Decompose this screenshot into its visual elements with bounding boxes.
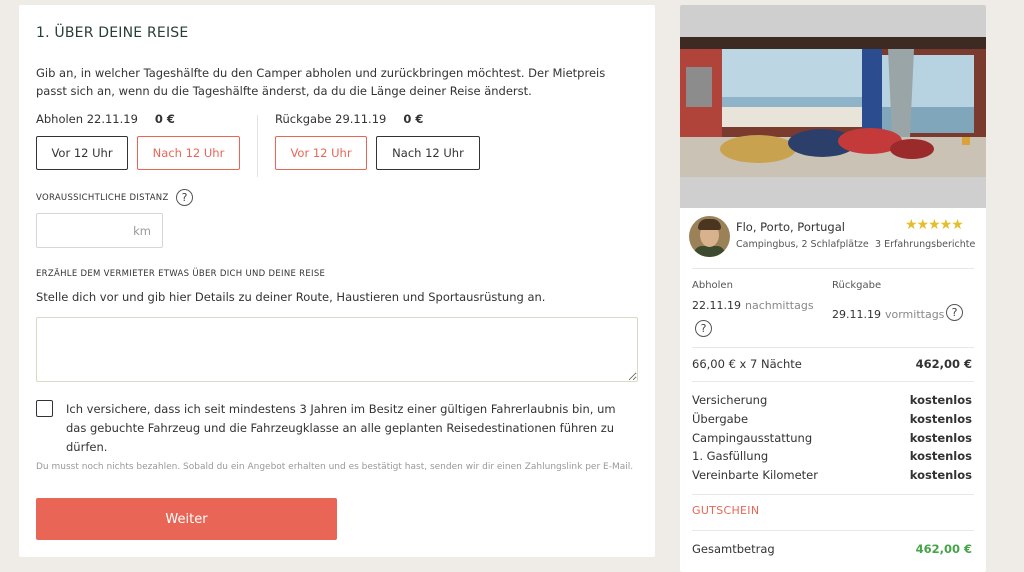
avatar [689, 216, 730, 257]
intro-text: Gib an, in welcher Tageshälfte du den Ca… [36, 66, 606, 98]
license-text: Ich versichere, dass ich seit mindestens… [66, 402, 616, 454]
pickup-price: 0 € [154, 112, 175, 126]
return-price: 0 € [403, 112, 424, 126]
help-icon[interactable]: ? [176, 189, 193, 206]
extra-value: kostenlos [909, 412, 972, 426]
nights-row: 66,00 € x 7 Nächte 462,00 € [692, 357, 972, 371]
vehicle-type: Campingbus, 2 Schlafplätze [736, 239, 869, 250]
about-label: ERZÄHLE DEM VERMIETER ETWAS ÜBER DICH UN… [36, 269, 326, 279]
pickup-after-noon-button[interactable]: Nach 12 Uhr [137, 136, 240, 170]
camper-interior-image [680, 37, 986, 177]
continue-button[interactable]: Weiter [36, 498, 337, 540]
return-label: Rückgabe [832, 280, 882, 291]
trip-form-card: 1. ÜBER DEINE REISE Gib an, in welcher T… [19, 5, 655, 557]
return-date: 29.11.19 vormittags [832, 308, 944, 321]
reviews-count[interactable]: 3 Erfahrungsberichte [875, 239, 975, 250]
extra-label: 1. Gasfüllung [692, 449, 769, 463]
pickup-date-value: 22.11.19 [692, 299, 741, 312]
extra-value: kostenlos [909, 449, 972, 463]
payment-note: Du musst noch nichts bezahlen. Sobald du… [36, 462, 634, 472]
pickup-label: Abholen 22.11.19 [36, 112, 138, 126]
nights-label: 66,00 € x 7 Nächte [692, 357, 802, 371]
distance-label: VORAUSSICHTLICHE DISTANZ [36, 193, 169, 203]
nights-price: 462,00 € [915, 357, 972, 371]
return-label: Rückgabe 29.11.19 [275, 112, 387, 126]
return-before-noon-button[interactable]: Vor 12 Uhr [275, 136, 367, 170]
extra-value: kostenlos [909, 468, 972, 482]
extra-value: kostenlos [909, 393, 972, 407]
divider [692, 347, 974, 348]
return-row: Rückgabe 29.11.19 0 € [275, 112, 423, 126]
camper-photo [680, 5, 986, 208]
divider [692, 530, 974, 531]
distance-unit: km [133, 224, 151, 238]
divider [692, 494, 974, 495]
return-after-noon-button[interactable]: Nach 12 Uhr [376, 136, 480, 170]
voucher-link[interactable]: GUTSCHEIN [692, 504, 759, 517]
return-time: vormittags [884, 308, 945, 321]
help-icon[interactable]: ? [946, 304, 963, 321]
pickup-before-noon-button[interactable]: Vor 12 Uhr [36, 136, 128, 170]
divider [257, 115, 258, 177]
distance-input[interactable] [37, 214, 127, 247]
about-hint: Stelle dich vor und gib hier Details zu … [36, 290, 546, 304]
extra-label: Campingausstattung [692, 431, 813, 445]
extra-label: Übergabe [692, 412, 749, 426]
section-title: 1. ÜBER DEINE REISE [36, 25, 189, 41]
divider [692, 381, 974, 382]
help-icon[interactable]: ? [695, 320, 712, 337]
owner-name[interactable]: Flo, Porto, Portugal [736, 220, 845, 234]
booking-summary-card: Flo, Porto, Portugal Campingbus, 2 Schla… [680, 5, 986, 572]
pickup-label: Abholen [692, 280, 733, 291]
license-checkbox[interactable] [36, 400, 53, 417]
total-label: Gesamtbetrag [692, 542, 775, 556]
extra-label: Versicherung [692, 393, 768, 407]
total-value: 462,00 € [915, 542, 972, 556]
pickup-time: nachmittags [744, 299, 814, 312]
about-textarea[interactable] [36, 317, 638, 382]
pickup-date: 22.11.19 nachmittags [692, 299, 814, 312]
distance-field[interactable]: km [36, 213, 163, 248]
pickup-row: Abholen 22.11.19 0 € [36, 112, 175, 126]
extra-label: Vereinbarte Kilometer [692, 468, 818, 482]
extra-value: kostenlos [909, 431, 972, 445]
return-date-value: 29.11.19 [832, 308, 881, 321]
rating-stars: ★★★★★ [905, 217, 964, 233]
divider [692, 268, 974, 269]
